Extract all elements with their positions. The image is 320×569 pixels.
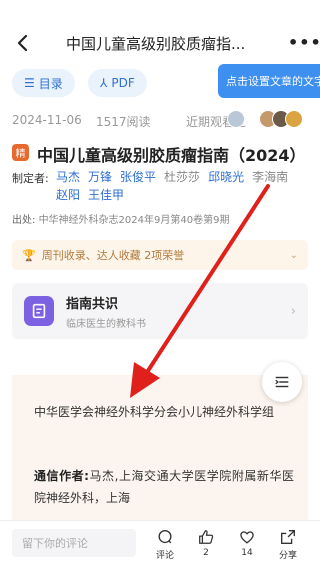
chevron-right-icon: › <box>290 303 296 319</box>
source-line: 出处: 中华神经外科杂志2024年9月第40卷第9期 <box>12 211 229 226</box>
article-title: 中国儿童高级别胶质瘤指南（2024） <box>37 146 306 165</box>
publish-date: 2024-11-06 <box>12 113 82 127</box>
viewer-avatars[interactable] <box>227 110 303 128</box>
article-body: 中华医学会神经外科学分会小儿神经外科学组 通信作者:马杰,上海交通大学医学院附属… <box>12 375 308 520</box>
body-paragraph: 通信作者:马杰,上海交通大学医学院附属新华医院神经外科，上海 <box>34 465 294 509</box>
featured-tag: 精 <box>12 144 29 161</box>
author-name: 杜莎莎 <box>164 170 201 184</box>
more-button[interactable]: ••• <box>288 33 320 52</box>
avatar <box>227 110 245 128</box>
author-link[interactable]: 张俊平 <box>120 170 156 184</box>
favorite-count: 14 <box>241 548 253 558</box>
toc-label: 目录 <box>38 76 63 91</box>
guide-subtitle: 临床医生的教科书 <box>66 318 146 330</box>
comment-icon <box>158 530 172 544</box>
toc-icon <box>275 376 289 388</box>
like-button[interactable]: 2 <box>191 528 221 558</box>
bottom-bar: 留下你的评论 评论 2 14 分享 <box>0 520 320 569</box>
honors-banner[interactable]: 🏆 周刊收录、达人收藏 2项荣誉 ⌄ <box>12 240 308 270</box>
trophy-icon: 🏆 <box>22 248 36 262</box>
document-icon <box>24 296 54 326</box>
honors-text: 周刊收录、达人收藏 2项荣誉 <box>41 249 185 262</box>
author-link[interactable]: 赵阳 <box>56 188 80 202</box>
back-button[interactable] <box>12 32 34 54</box>
comment-input[interactable]: 留下你的评论 <box>12 529 136 557</box>
list-icon: ☰ <box>24 76 35 90</box>
author-link[interactable]: 万锋 <box>88 170 112 184</box>
pdf-label: PDF <box>111 76 135 90</box>
author-name: 李海南 <box>252 170 289 184</box>
like-icon <box>199 530 214 544</box>
page-title: 中国儿童高级别胶质瘤指... <box>66 35 246 53</box>
read-count: 1517阅读 <box>96 115 151 129</box>
toc-float-button[interactable] <box>262 362 302 402</box>
chevron-down-icon: ⌄ <box>289 249 298 261</box>
source-value: 中华神经外科杂志2024年9月第40卷第9期 <box>38 215 230 226</box>
author-link[interactable]: 邱晓光 <box>208 170 244 184</box>
body-paragraph: 中华医学会神经外科学分会小儿神经外科学组 <box>34 405 275 419</box>
font-settings-tooltip[interactable]: 点击设置文章的文字 <box>218 64 320 98</box>
share-button[interactable]: 分享 <box>273 528 303 561</box>
back-icon <box>17 34 28 52</box>
share-icon <box>281 530 295 544</box>
like-count: 2 <box>203 548 209 558</box>
comment-button[interactable]: 评论 <box>150 528 180 561</box>
article-page: 中国儿童高级别胶质瘤指... ••• ☰ 目录 ⅄ PDF 点击设置文章的文字 … <box>0 0 320 569</box>
author-list: 马杰 万锋 张俊平 杜莎莎 邱晓光 李海南 赵阳 王佳甲 <box>56 168 316 204</box>
author-link[interactable]: 马杰 <box>56 170 80 184</box>
comment-label: 评论 <box>155 551 174 561</box>
pdf-button[interactable]: ⅄ PDF <box>88 69 147 97</box>
corresponding-author-label: 通信作者: <box>34 469 89 483</box>
top-bar: 中国儿童高级别胶质瘤指... ••• <box>0 0 320 54</box>
source-label: 出处: <box>12 215 36 226</box>
pdf-icon: ⅄ <box>100 76 108 90</box>
guide-title: 指南共识 <box>66 296 119 312</box>
avatar <box>285 110 303 128</box>
author-link[interactable]: 王佳甲 <box>88 188 124 202</box>
heart-icon <box>240 531 254 544</box>
authors-label: 制定者: <box>12 172 49 185</box>
share-label: 分享 <box>278 551 297 561</box>
toc-button[interactable]: ☰ 目录 <box>12 69 75 97</box>
favorite-button[interactable]: 14 <box>232 528 262 558</box>
guide-card[interactable]: 指南共识 临床医生的教科书 › <box>12 283 308 339</box>
